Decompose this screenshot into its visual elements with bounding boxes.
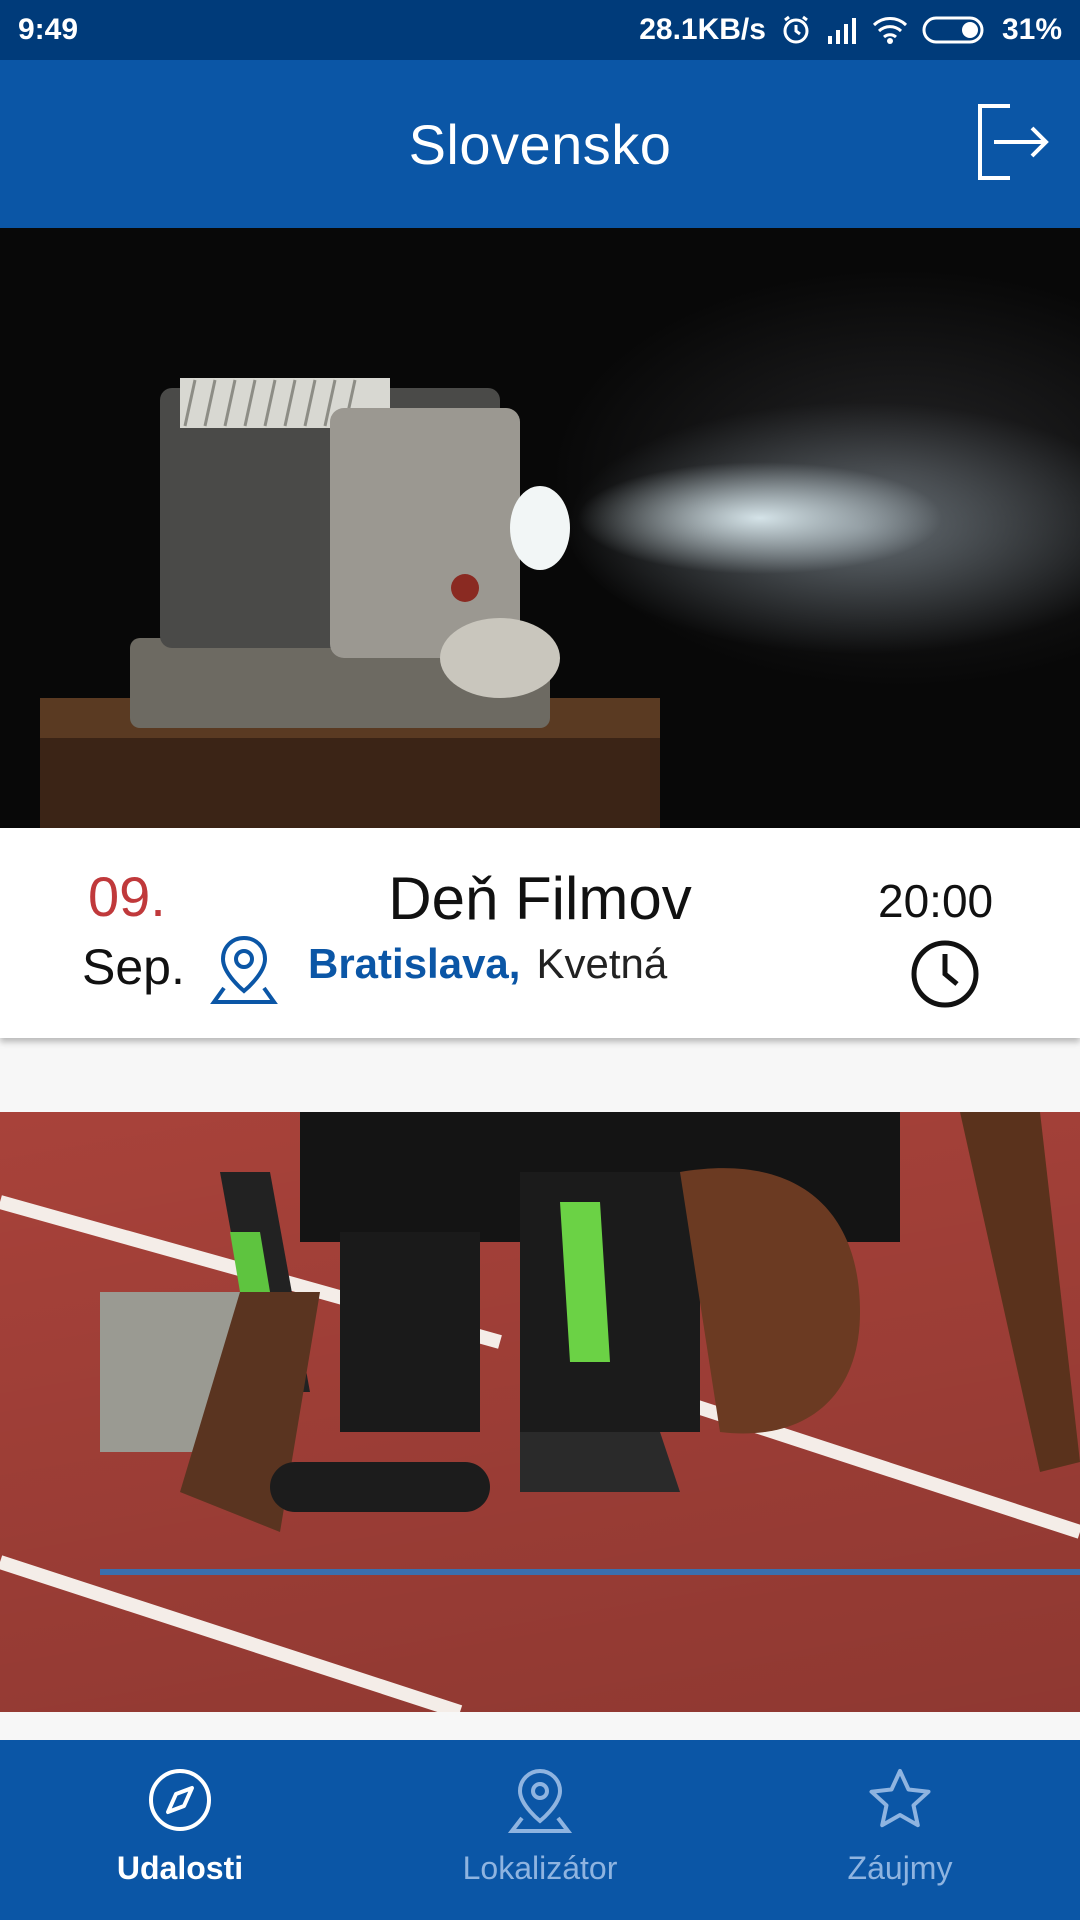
logout-button[interactable]: [972, 100, 1052, 184]
signal-icon: [826, 16, 858, 44]
nav-label-udalosti: Udalosti: [116, 1850, 244, 1886]
location-pin-icon: [210, 935, 278, 1004]
star-icon: [869, 1769, 931, 1828]
status-bar: 9:49 28.1KB/s 31%: [0, 0, 1080, 60]
status-time: 9:49: [18, 13, 79, 46]
event-time: 20:00: [878, 875, 994, 927]
battery-percent: 31%: [1001, 13, 1062, 46]
nav-item-zaujmy[interactable]: Záujmy: [720, 1740, 1080, 1920]
app-bar: Slovensko: [0, 60, 1080, 228]
bottom-navigation: Udalosti Lokalizátor Záujmy: [0, 1740, 1080, 1920]
wifi-icon: [872, 16, 908, 44]
track-illustration: [0, 1112, 1080, 1719]
event-card[interactable]: 09. Sep. Deň Filmov Bratislava, Kvetná 2…: [0, 828, 1080, 1038]
clock-icon: [911, 940, 979, 1008]
network-speed: 28.1KB/s: [639, 13, 766, 46]
event-street: Kvetná: [536, 940, 668, 987]
nav-label-zaujmy: Záujmy: [847, 1850, 953, 1886]
logout-icon: [978, 104, 1049, 180]
page-title: Slovensko: [408, 112, 672, 176]
nav-label-lokalizator: Lokalizátor: [462, 1850, 618, 1886]
event-location: Bratislava, Kvetná: [210, 935, 668, 1004]
location-pin-icon: [507, 1768, 573, 1833]
nav-item-lokalizator[interactable]: Lokalizátor: [360, 1740, 720, 1920]
event-image-projector[interactable]: [0, 228, 1080, 828]
event-date-month: Sep.: [82, 939, 185, 995]
battery-icon: [922, 15, 988, 45]
event-city: Bratislava,: [308, 940, 521, 987]
event-image-track[interactable]: [0, 1112, 1080, 1719]
projector-illustration: [40, 378, 660, 828]
status-icons: 28.1KB/s 31%: [639, 13, 1062, 47]
alarm-icon: [780, 14, 812, 46]
event-list[interactable]: 09. Sep. Deň Filmov Bratislava, Kvetná 2…: [0, 228, 1080, 1740]
nav-item-udalosti[interactable]: Udalosti: [0, 1740, 360, 1920]
compass-icon: [149, 1769, 211, 1831]
